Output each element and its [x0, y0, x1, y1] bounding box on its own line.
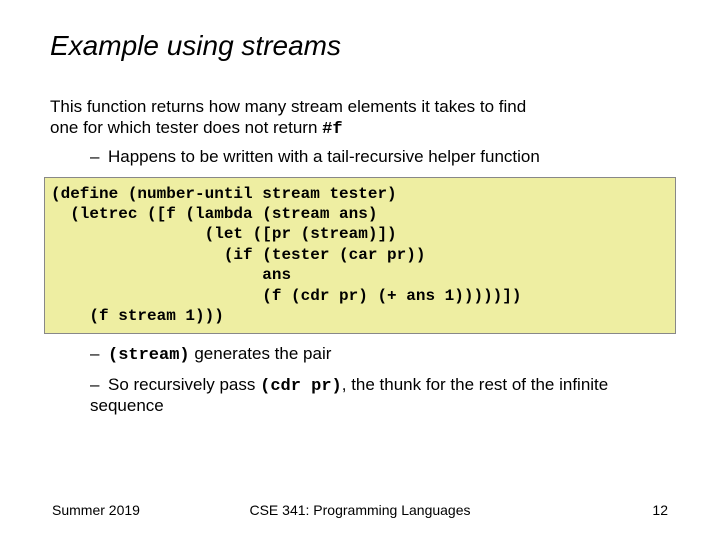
bullet-stream-pair: –(stream) generates the pair — [90, 344, 670, 365]
intro-line1: This function returns how many stream el… — [50, 97, 526, 116]
bullet-recursive-pass: –So recursively pass (cdr pr), the thunk… — [90, 375, 670, 416]
intro-line2-prefix: one for which tester does not return — [50, 118, 322, 137]
bullet-dash-icon: – — [90, 375, 108, 395]
slide: Example using streams This function retu… — [0, 0, 720, 540]
footer-term: Summer 2019 — [52, 502, 140, 518]
bullet2-code: (stream) — [108, 346, 190, 365]
intro-inline-code: #f — [322, 120, 342, 139]
bullet-tail-recursive: –Happens to be written with a tail-recur… — [90, 147, 670, 167]
slide-footer: Summer 2019 CSE 341: Programming Languag… — [52, 502, 668, 518]
footer-course: CSE 341: Programming Languages — [52, 502, 668, 518]
bullet1-text: Happens to be written with a tail-recurs… — [108, 147, 540, 166]
intro-paragraph: This function returns how many stream el… — [50, 96, 670, 141]
bullet-dash-icon: – — [90, 147, 108, 167]
code-block: (define (number-until stream tester) (le… — [44, 177, 676, 334]
bullet3-prefix: So recursively pass — [108, 375, 260, 394]
bullet2-rest: generates the pair — [190, 344, 332, 363]
footer-page-number: 12 — [652, 502, 668, 518]
bullet-dash-icon: – — [90, 344, 108, 364]
bullet3-code: (cdr pr) — [260, 377, 342, 396]
slide-title: Example using streams — [50, 30, 670, 62]
